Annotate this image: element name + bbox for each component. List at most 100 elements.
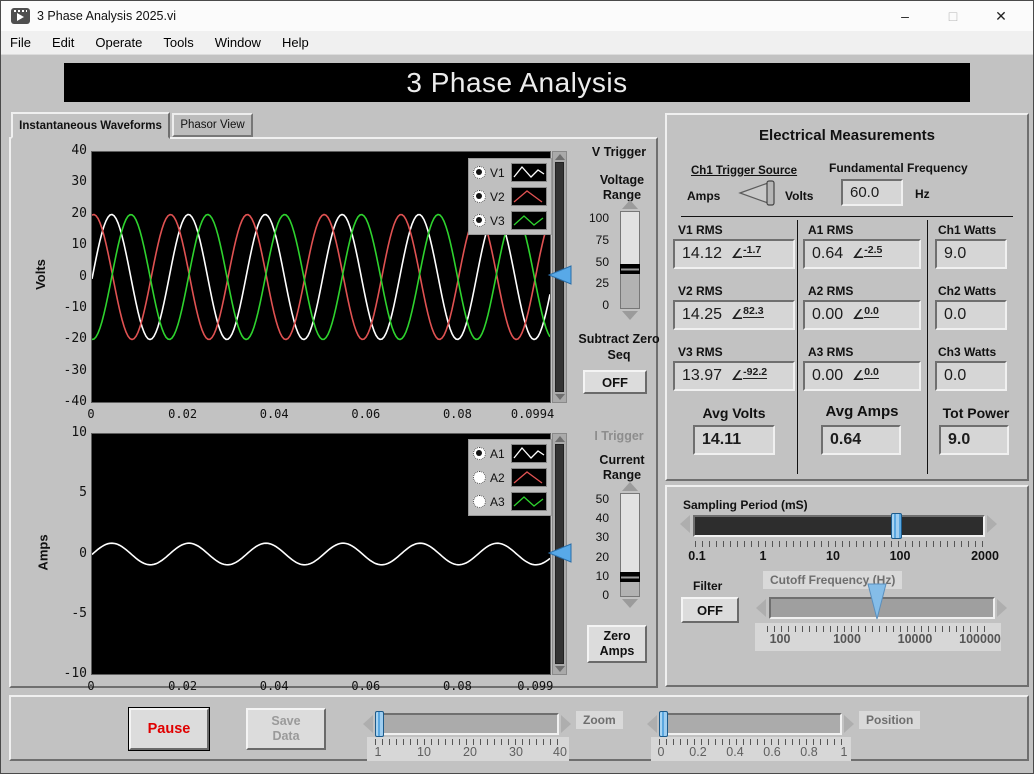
v-trigger-title: V Trigger [575, 145, 663, 159]
minimize-icon[interactable]: – [895, 8, 915, 24]
current-range-slider[interactable] [619, 482, 641, 608]
slider-left-arrow-icon[interactable] [680, 515, 690, 533]
trigger-source-amps-label: Amps [687, 189, 720, 203]
scroll-up-icon[interactable] [555, 154, 565, 160]
slider-track[interactable] [659, 713, 842, 735]
slider-up-arrow-icon[interactable] [622, 482, 638, 491]
close-icon[interactable]: ✕ [991, 8, 1011, 25]
phase-angle: ∠-1.7 [731, 245, 761, 263]
ch3-watts-value: 0.0 [935, 361, 1007, 391]
slider-handle[interactable] [659, 711, 668, 737]
subtract-zero-seq-button[interactable]: OFF [583, 370, 647, 394]
line-style-swatch[interactable] [511, 163, 547, 182]
radio-icon[interactable] [473, 471, 486, 484]
avg-volts-label: Avg Volts [673, 405, 795, 421]
tab-instantaneous-waveforms[interactable]: Instantaneous Waveforms [11, 112, 170, 139]
voltage-range-slider[interactable] [619, 200, 641, 320]
amps-trigger-cursor-icon[interactable] [547, 542, 573, 564]
volts-trigger-cursor-icon[interactable] [547, 264, 573, 286]
voltage-range-scale: 100 75 50 25 0 [579, 211, 609, 312]
radio-icon[interactable] [473, 166, 486, 179]
sampling-filter-panel: Sampling Period (mS) 0.1 1 10 100 2000 F… [665, 485, 1029, 687]
slider-handle[interactable] [620, 572, 640, 582]
hz-unit-label: Hz [915, 187, 930, 201]
scroll-down-icon[interactable] [555, 394, 565, 400]
phase-angle: ∠82.3 [731, 306, 764, 324]
slider-handle[interactable] [620, 264, 640, 274]
line-style-swatch[interactable] [511, 492, 547, 511]
legend-item-a2[interactable]: A2 [473, 467, 547, 488]
ch1-trigger-source-label: Ch1 Trigger Source [691, 165, 797, 177]
slider-left-arrow-icon[interactable] [756, 599, 766, 617]
line-style-swatch[interactable] [511, 211, 547, 230]
amps-x-ticks: 0 0.02 0.04 0.06 0.08 0.099 [91, 679, 549, 693]
avg-volts-value: 14.11 [693, 425, 775, 455]
slider-track[interactable] [620, 211, 640, 309]
slider-left-arrow-icon[interactable] [363, 715, 373, 733]
position-label: Position [859, 711, 920, 729]
volts-legend: V1 V2 V3 [468, 158, 552, 235]
a3-rms-label: A3 RMS [808, 345, 853, 359]
legend-item-a3[interactable]: A3 [473, 491, 547, 512]
amps-legend: A1 A2 A3 [468, 439, 552, 516]
filter-button[interactable]: OFF [681, 597, 739, 623]
slider-handle[interactable] [375, 711, 384, 737]
slider-track[interactable] [620, 493, 640, 597]
sampling-period-label: Sampling Period (mS) [683, 498, 808, 512]
slider-down-arrow-icon[interactable] [622, 599, 638, 608]
menu-tools[interactable]: Tools [163, 35, 193, 50]
slider-right-arrow-icon[interactable] [987, 515, 997, 533]
legend-item-a1[interactable]: A1 [473, 443, 547, 464]
line-style-swatch[interactable] [511, 187, 547, 206]
radio-icon[interactable] [473, 214, 486, 227]
avg-amps-label: Avg Amps [803, 403, 921, 420]
menu-window[interactable]: Window [215, 35, 261, 50]
subtract-zero-seq-label: Subtract Zero Seq [575, 331, 663, 363]
legend-item-v2[interactable]: V2 [473, 186, 547, 207]
menu-edit[interactable]: Edit [52, 35, 74, 50]
slider-track[interactable] [693, 515, 985, 537]
bottom-control-strip: Pause Save Data 1 10 20 30 40 Zoom [9, 695, 1029, 761]
slider-right-arrow-icon[interactable] [844, 715, 854, 733]
v-trigger-section: V Trigger Voltage Range 100 75 50 25 0 [575, 145, 663, 405]
scroll-up-icon[interactable] [555, 436, 565, 442]
ch1-watts-label: Ch1 Watts [938, 223, 996, 237]
menu-operate[interactable]: Operate [95, 35, 142, 50]
waveforms-panel: Volts 40 30 20 10 0 -10 -20 -30 -40 [9, 137, 658, 688]
i-trigger-title: I Trigger [575, 429, 663, 443]
electrical-measurements-panel: Electrical Measurements Ch1 Trigger Sour… [665, 113, 1029, 481]
slider-up-arrow-icon[interactable] [622, 200, 638, 209]
legend-item-v1[interactable]: V1 [473, 162, 547, 183]
radio-icon[interactable] [473, 190, 486, 203]
a2-rms-value: 0.00 ∠0.0 [803, 300, 921, 330]
line-style-swatch[interactable] [511, 444, 547, 463]
slider-pointer-icon[interactable] [866, 583, 888, 621]
radio-icon[interactable] [473, 495, 486, 508]
scroll-down-icon[interactable] [555, 666, 565, 672]
menu-file[interactable]: File [10, 35, 31, 50]
window-controls: – □ ✕ [895, 8, 1033, 25]
line-style-swatch[interactable] [511, 468, 547, 487]
legend-item-v3[interactable]: V3 [473, 210, 547, 231]
labview-icon [11, 8, 30, 24]
slider-left-arrow-icon[interactable] [647, 715, 657, 733]
pause-button[interactable]: Pause [129, 708, 209, 750]
slider-right-arrow-icon[interactable] [997, 599, 1007, 617]
a1-rms-value: 0.64 ∠-2.5 [803, 239, 921, 269]
maximize-icon[interactable]: □ [943, 8, 963, 24]
slider-track[interactable] [375, 713, 559, 735]
amps-y-ticks: 10 5 0 -5 -10 [45, 425, 87, 681]
trigger-source-switch[interactable] [735, 177, 781, 209]
tab-phasor-view[interactable]: Phasor View [172, 113, 253, 137]
zero-amps-button[interactable]: Zero Amps [587, 625, 647, 663]
slider-down-arrow-icon[interactable] [622, 311, 638, 320]
slider-right-arrow-icon[interactable] [561, 715, 571, 733]
slider-handle[interactable] [891, 513, 902, 539]
radio-icon[interactable] [473, 447, 486, 460]
save-data-button[interactable]: Save Data [246, 708, 326, 750]
menu-help[interactable]: Help [282, 35, 309, 50]
v2-rms-value: 14.25 ∠82.3 [673, 300, 795, 330]
ch3-watts-label: Ch3 Watts [938, 345, 996, 359]
avg-amps-value: 0.64 [821, 425, 901, 455]
banner: 3 Phase Analysis [64, 63, 970, 102]
